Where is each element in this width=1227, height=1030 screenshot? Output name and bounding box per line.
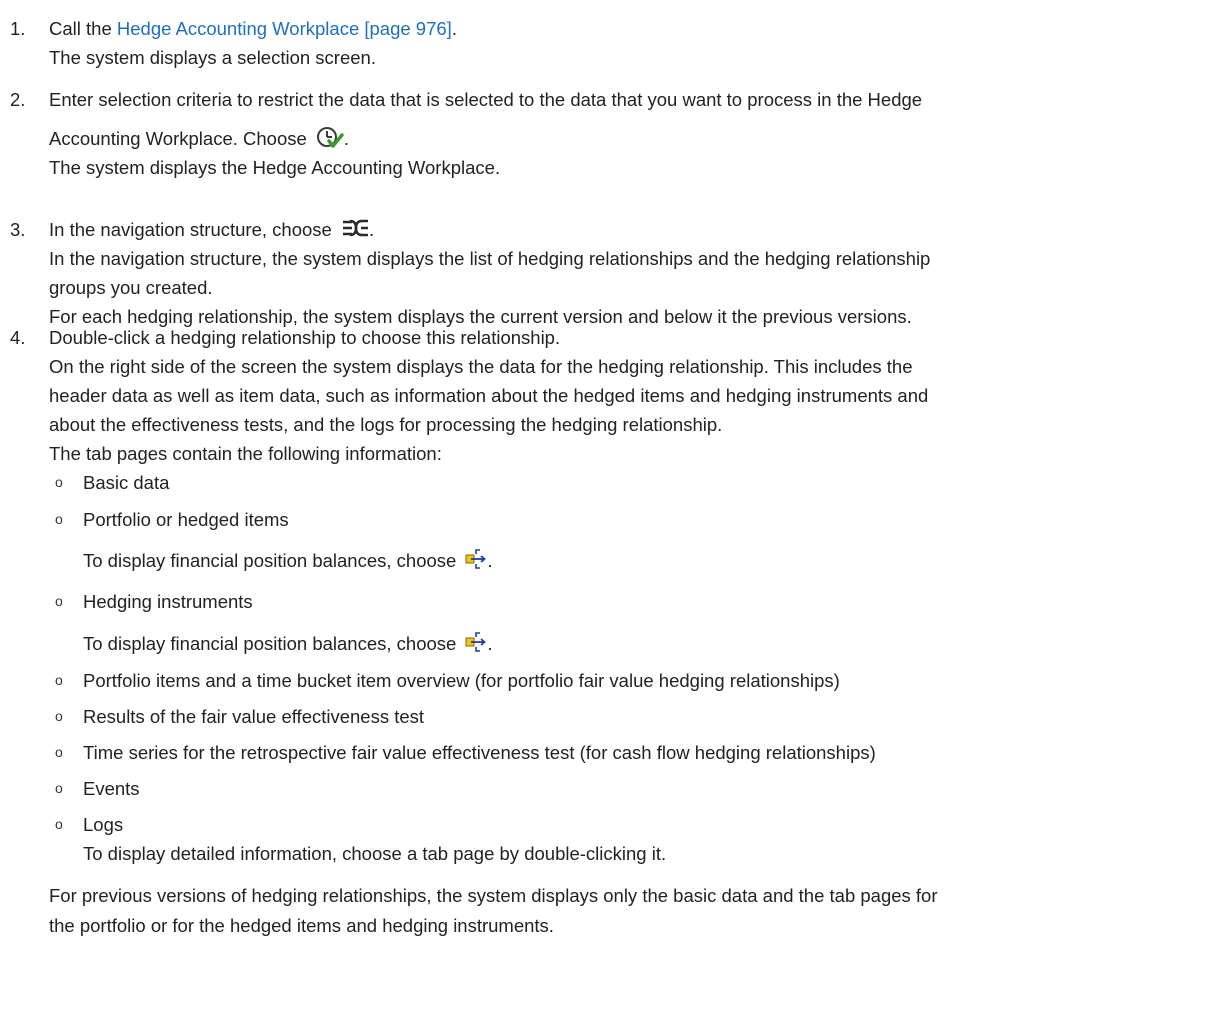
- bullet-marker: o: [55, 744, 63, 760]
- step-text: Accounting Workplace. Choose: [49, 128, 312, 149]
- list-item: Events: [83, 778, 140, 799]
- list-item-subtext: To display detailed information, choose …: [83, 843, 667, 864]
- step-2-line-3: The system displays the Hedge Accounting…: [49, 157, 501, 178]
- step-number: 1.: [10, 18, 26, 39]
- step-2-line-2: Accounting Workplace. Choose .: [49, 124, 349, 156]
- step-text: .: [451, 18, 457, 39]
- bullet-marker: o: [55, 672, 63, 688]
- step-3-line-3: groups you created.: [49, 277, 213, 298]
- bullet-marker: o: [55, 708, 63, 724]
- hedging-relationship-hierarchy-icon[interactable]: [341, 217, 369, 247]
- step-4-line-4: about the effectiveness tests, and the l…: [49, 414, 723, 435]
- financial-position-balances-icon[interactable]: [465, 631, 487, 661]
- step-text: .: [343, 128, 350, 149]
- step-text: Call the: [49, 18, 117, 39]
- bullet-marker: o: [55, 593, 63, 609]
- step-3-line-2: In the navigation structure, the system …: [49, 248, 931, 269]
- list-item: Basic data: [83, 472, 170, 493]
- list-item: Portfolio or hedged items: [83, 509, 289, 530]
- step-text: To display financial position balances, …: [83, 550, 462, 571]
- step-text: In the navigation structure, choose: [49, 219, 337, 240]
- list-item: Hedging instruments: [83, 591, 253, 612]
- closing-line-1: For previous versions of hedging relatio…: [49, 885, 938, 906]
- bullet-marker: o: [55, 474, 63, 490]
- step-4-line-5: The tab pages contain the following info…: [49, 443, 442, 464]
- step-number: 4.: [10, 327, 26, 348]
- bullet-marker: o: [55, 511, 63, 527]
- step-1-line-2: The system displays a selection screen.: [49, 47, 376, 68]
- step-text: .: [487, 550, 493, 571]
- step-text: .: [368, 219, 375, 240]
- step-text: .: [487, 633, 493, 654]
- step-4-line-2: On the right side of the screen the syst…: [49, 356, 913, 377]
- step-number: 3.: [10, 219, 26, 240]
- step-4-line-1: Double-click a hedging relationship to c…: [49, 327, 561, 348]
- list-item: Logs: [83, 814, 124, 835]
- hedge-accounting-workplace-link[interactable]: Hedge Accounting Workplace [page 976]: [117, 18, 452, 39]
- step-text: To display financial position balances, …: [83, 633, 462, 654]
- list-item: Time series for the retrospective fair v…: [83, 742, 876, 763]
- bullet-marker: o: [55, 816, 63, 832]
- step-2-line-1: Enter selection criteria to restrict the…: [49, 89, 923, 110]
- closing-line-2: the portfolio or for the hedged items an…: [49, 915, 554, 936]
- financial-position-balances-icon[interactable]: [465, 548, 487, 578]
- step-3-line-1: In the navigation structure, choose .: [49, 215, 374, 247]
- step-1-line-1: Call the Hedge Accounting Workplace [pag…: [49, 14, 457, 43]
- execute-clock-check-icon[interactable]: [316, 126, 344, 156]
- list-item-subtext: To display financial position balances, …: [83, 546, 493, 578]
- bullet-marker: o: [55, 780, 63, 796]
- document-page: 1. Call the Hedge Accounting Workplace […: [0, 0, 1227, 1030]
- list-item: Results of the fair value effectiveness …: [83, 706, 425, 727]
- step-number: 2.: [10, 89, 26, 110]
- list-item-subtext: To display financial position balances, …: [83, 629, 493, 661]
- step-4-line-3: header data as well as item data, such a…: [49, 385, 929, 406]
- list-item: Portfolio items and a time bucket item o…: [83, 670, 840, 691]
